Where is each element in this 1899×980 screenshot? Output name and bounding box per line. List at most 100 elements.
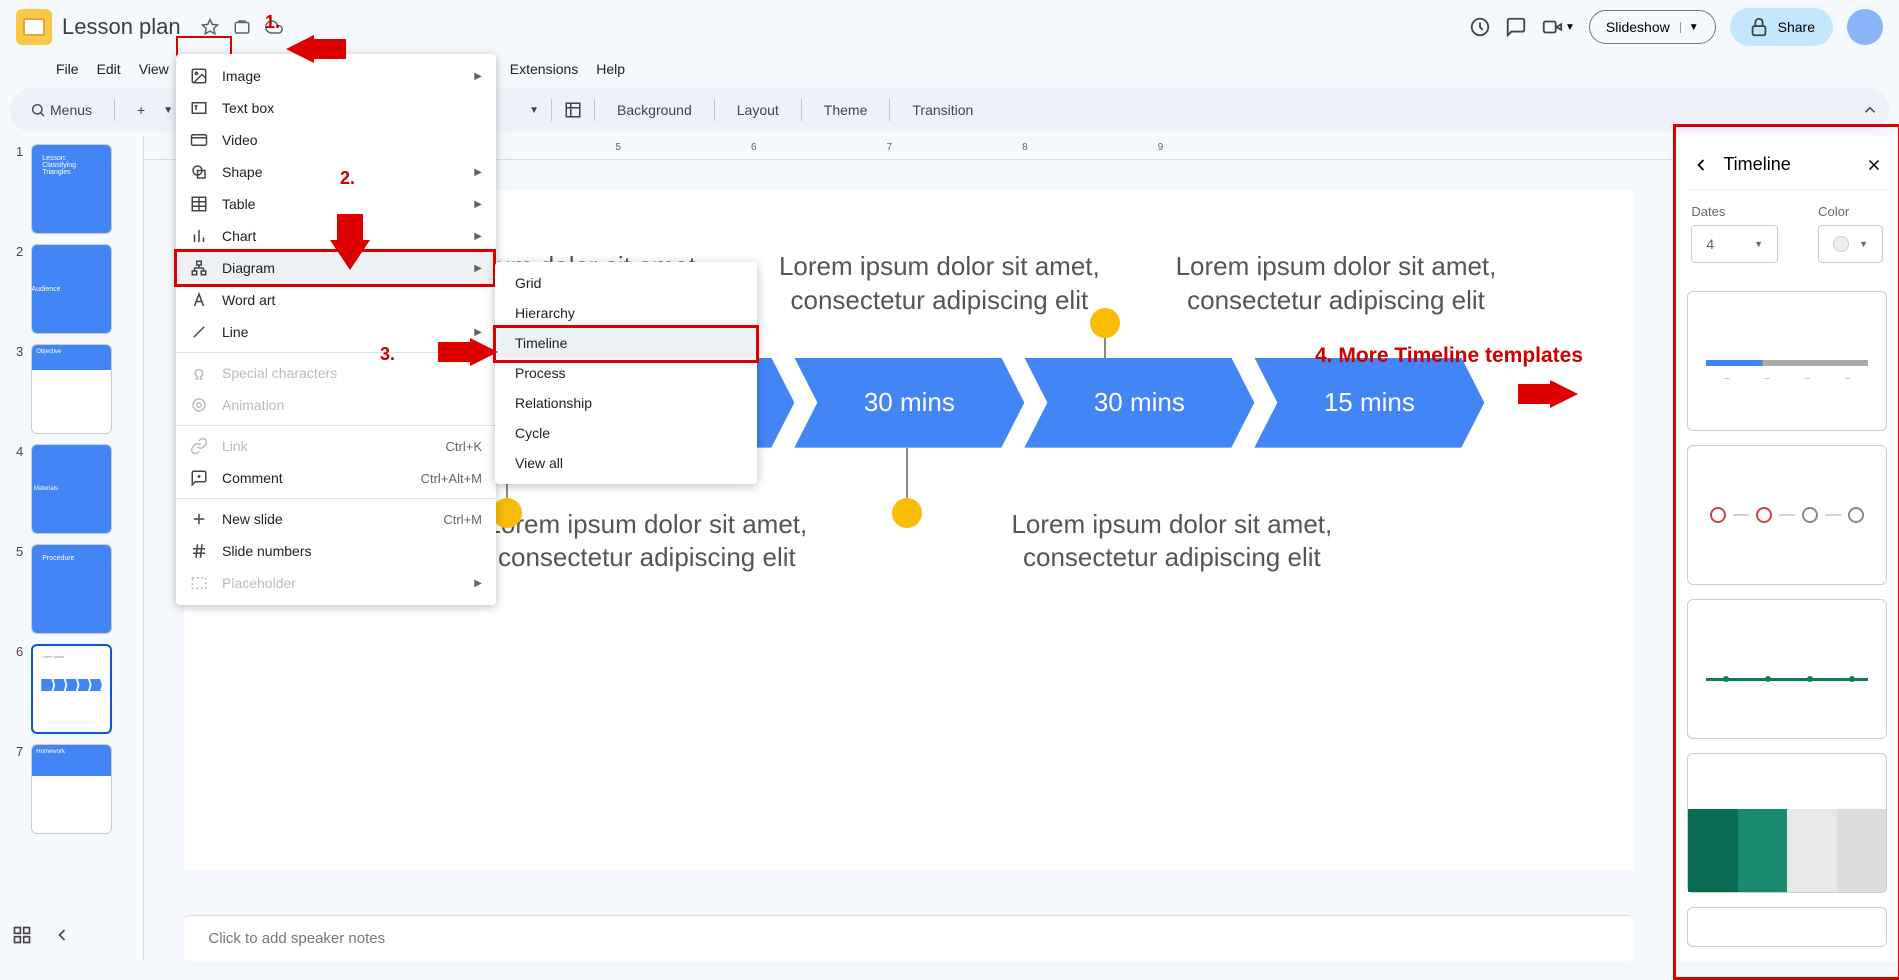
star-icon[interactable] bbox=[201, 18, 219, 36]
annotation-3: 3. bbox=[380, 344, 395, 365]
insert-wordart[interactable]: Word art bbox=[176, 284, 496, 316]
theme-button[interactable]: Theme bbox=[814, 96, 878, 124]
comment-icon bbox=[190, 469, 208, 487]
menu-help[interactable]: Help bbox=[588, 57, 633, 81]
lock-icon bbox=[1748, 16, 1770, 38]
annotation-1: 1. bbox=[265, 12, 280, 33]
search-icon bbox=[30, 102, 46, 118]
slide-thumb-1[interactable]: Lesson: Classifying Triangles bbox=[31, 144, 112, 234]
lorem-top-3[interactable]: Lorem ipsum dolor sit amet, consectetur … bbox=[1161, 250, 1511, 318]
insert-comment[interactable]: CommentCtrl+Alt+M bbox=[176, 462, 496, 494]
menu-edit[interactable]: Edit bbox=[89, 57, 129, 81]
fit-icon[interactable] bbox=[564, 101, 582, 119]
insert-shape[interactable]: Shape▶ bbox=[176, 156, 496, 188]
dates-label: Dates bbox=[1691, 204, 1778, 219]
insert-image[interactable]: Image▶ bbox=[176, 60, 496, 92]
layout-button[interactable]: Layout bbox=[727, 96, 789, 124]
slide-thumb-6[interactable]: Lorem ipsum bbox=[31, 644, 112, 734]
insert-link: LinkCtrl+K bbox=[176, 430, 496, 462]
image-icon bbox=[190, 67, 208, 85]
close-icon[interactable] bbox=[1865, 156, 1883, 174]
menu-extensions[interactable]: Extensions bbox=[502, 57, 586, 81]
user-avatar[interactable] bbox=[1847, 9, 1883, 45]
chevron-4[interactable]: 30 mins bbox=[1024, 358, 1254, 448]
chevron-left-icon[interactable] bbox=[52, 925, 72, 945]
diagram-icon bbox=[190, 259, 208, 277]
chart-icon bbox=[190, 227, 208, 245]
insert-placeholder: Placeholder▶ bbox=[176, 567, 496, 599]
submenu-viewall[interactable]: View all bbox=[495, 448, 757, 478]
new-slide-button[interactable]: + bbox=[127, 96, 155, 124]
thumb-4-title: Materials bbox=[34, 486, 58, 492]
slide-thumb-3[interactable]: Objective bbox=[31, 344, 112, 434]
chevron-3[interactable]: 30 mins bbox=[794, 358, 1024, 448]
shape-icon bbox=[190, 163, 208, 181]
share-button[interactable]: Share bbox=[1730, 8, 1833, 46]
menu-view[interactable]: View bbox=[131, 57, 177, 81]
timeline-panel: Timeline Dates 4▼ Color ▼ ———— — — — bbox=[1674, 136, 1899, 961]
insert-video[interactable]: Video bbox=[176, 124, 496, 156]
annotation-arrow-1 bbox=[286, 35, 314, 63]
annotation-4: 4. More Timeline templates bbox=[1315, 344, 1583, 368]
textbox-icon bbox=[190, 99, 208, 117]
submenu-timeline[interactable]: Timeline bbox=[495, 328, 757, 358]
submenu-relationship[interactable]: Relationship bbox=[495, 388, 757, 418]
transition-button[interactable]: Transition bbox=[902, 96, 983, 124]
submenu-hierarchy[interactable]: Hierarchy bbox=[495, 298, 757, 328]
slide-thumb-2[interactable]: Audience bbox=[31, 244, 112, 334]
insert-textbox[interactable]: Text box bbox=[176, 92, 496, 124]
submenu-process[interactable]: Process bbox=[495, 358, 757, 388]
speaker-notes[interactable]: Click to add speaker notes bbox=[184, 915, 1634, 961]
lorem-top-2[interactable]: Lorem ipsum dolor sit amet, consectetur … bbox=[764, 250, 1114, 318]
submenu-grid[interactable]: Grid bbox=[495, 268, 757, 298]
collapse-toolbar-icon[interactable] bbox=[1861, 101, 1879, 119]
animation-icon bbox=[190, 396, 208, 414]
meet-icon[interactable] bbox=[1541, 16, 1563, 38]
insert-slidenumbers[interactable]: Slide numbers bbox=[176, 535, 496, 567]
insert-newslide[interactable]: New slideCtrl+M bbox=[176, 503, 496, 535]
thumb-1-title: Lesson: Classifying Triangles bbox=[42, 155, 76, 176]
plus-icon bbox=[190, 510, 208, 528]
insert-table[interactable]: Table▶ bbox=[176, 188, 496, 220]
slides-app-icon[interactable] bbox=[16, 9, 52, 45]
grid-view-icon[interactable] bbox=[12, 925, 32, 945]
table-icon bbox=[190, 195, 208, 213]
slide-thumb-4[interactable]: Materials bbox=[31, 444, 112, 534]
comments-icon[interactable] bbox=[1505, 16, 1527, 38]
link-icon bbox=[190, 437, 208, 455]
move-icon[interactable] bbox=[233, 18, 251, 36]
thumb-3-title: Objective bbox=[36, 349, 61, 355]
placeholder-icon bbox=[190, 574, 208, 592]
slide-thumb-7[interactable]: Homework bbox=[31, 744, 112, 834]
timeline-template-1[interactable]: ———— bbox=[1687, 291, 1887, 431]
slideshow-label: Slideshow bbox=[1606, 19, 1670, 35]
timeline-template-5[interactable] bbox=[1687, 907, 1887, 947]
share-label: Share bbox=[1778, 19, 1815, 35]
submenu-cycle[interactable]: Cycle bbox=[495, 418, 757, 448]
annotation-2: 2. bbox=[340, 168, 355, 189]
header: Lesson plan ▼ Slideshow ▼ Share bbox=[0, 0, 1899, 54]
lorem-bottom-2[interactable]: Lorem ipsum dolor sit amet, consectetur … bbox=[988, 508, 1356, 576]
history-icon[interactable] bbox=[1469, 16, 1491, 38]
slide-thumb-5[interactable]: Procedure bbox=[31, 544, 112, 634]
doc-title[interactable]: Lesson plan bbox=[62, 14, 181, 40]
slide-panel: 1Lesson: Classifying Triangles 2Audience… bbox=[0, 136, 128, 961]
search-menus-button[interactable]: Menus bbox=[20, 96, 102, 124]
panel-title: Timeline bbox=[1723, 154, 1790, 175]
video-icon bbox=[190, 131, 208, 149]
color-select[interactable]: ▼ bbox=[1818, 225, 1883, 263]
menu-file[interactable]: File bbox=[48, 57, 87, 81]
wordart-icon bbox=[190, 291, 208, 309]
insert-dropdown: Image▶ Text box Video Shape▶ Table▶ Char… bbox=[176, 54, 496, 605]
slideshow-button[interactable]: Slideshow ▼ bbox=[1589, 10, 1716, 44]
omega-icon bbox=[190, 364, 208, 382]
timeline-template-3[interactable] bbox=[1687, 599, 1887, 739]
background-button[interactable]: Background bbox=[607, 96, 702, 124]
thumb-2-title: Audience bbox=[31, 286, 60, 293]
back-icon[interactable] bbox=[1691, 155, 1711, 175]
timeline-template-2[interactable]: — — — bbox=[1687, 445, 1887, 585]
timeline-template-4[interactable] bbox=[1687, 753, 1887, 893]
hash-icon bbox=[190, 542, 208, 560]
dates-select[interactable]: 4▼ bbox=[1691, 225, 1778, 263]
chevron-5[interactable]: 15 mins bbox=[1254, 358, 1484, 448]
